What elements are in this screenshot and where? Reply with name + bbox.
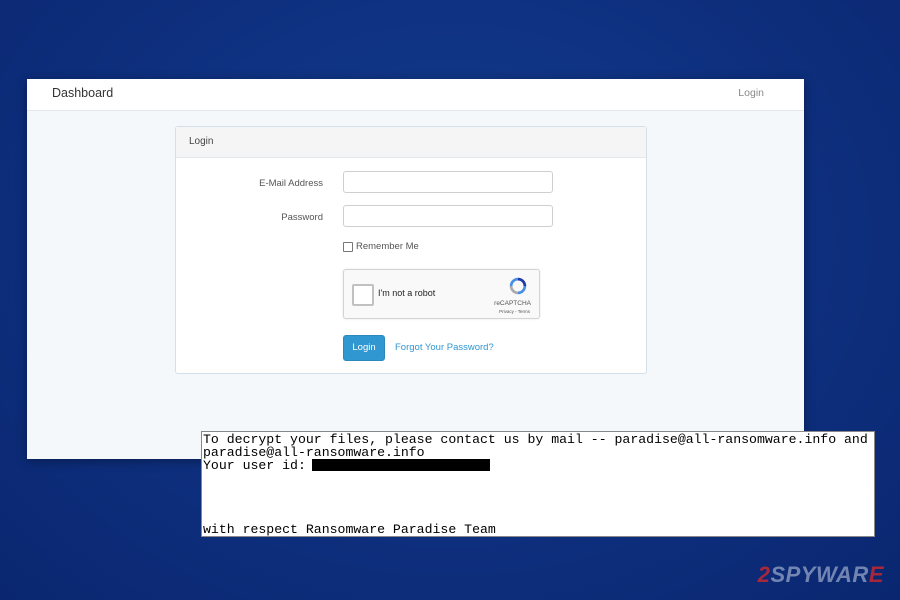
login-button[interactable]: Login — [343, 335, 385, 361]
remember-checkbox[interactable] — [343, 241, 353, 252]
email-field[interactable] — [343, 171, 553, 193]
recaptcha-icon — [509, 277, 527, 295]
password-label: Password — [281, 212, 323, 223]
watermark-text: SPYWAR — [770, 562, 869, 587]
watermark-logo: 2SPYWARE — [758, 562, 884, 588]
recaptcha-label: I'm not a robot — [378, 288, 436, 298]
watermark-end: E — [868, 562, 884, 587]
user-id-label: Your user id: — [203, 458, 306, 473]
login-panel: Login E-Mail Address Password Remember M… — [175, 126, 647, 374]
browser-window: Dashboard Login Login E-Mail Address Pas… — [27, 79, 804, 459]
password-field[interactable] — [343, 205, 553, 227]
note-signature: with respect Ransomware Paradise Team — [203, 522, 496, 537]
recaptcha-brand: reCAPTCHA — [494, 300, 531, 307]
note-user-id: Your user id: — [203, 459, 874, 472]
nav-login-link[interactable]: Login — [738, 87, 764, 99]
brand-link[interactable]: Dashboard — [52, 86, 113, 100]
panel-heading: Login — [176, 127, 646, 158]
redacted-user-id — [311, 459, 490, 471]
email-label: E-Mail Address — [259, 178, 323, 189]
recaptcha-links[interactable]: Privacy - Terms — [499, 309, 530, 314]
recaptcha-widget: I'm not a robot reCAPTCHA Privacy - Term… — [343, 269, 540, 319]
recaptcha-checkbox[interactable] — [352, 284, 374, 306]
ransom-note: To decrypt your files, please contact us… — [201, 431, 875, 537]
remember-me[interactable]: Remember Me — [343, 241, 419, 252]
remember-label: Remember Me — [356, 241, 419, 252]
forgot-password-link[interactable]: Forgot Your Password? — [395, 342, 494, 353]
watermark-digit: 2 — [757, 562, 771, 587]
navbar: Dashboard Login — [27, 79, 804, 111]
